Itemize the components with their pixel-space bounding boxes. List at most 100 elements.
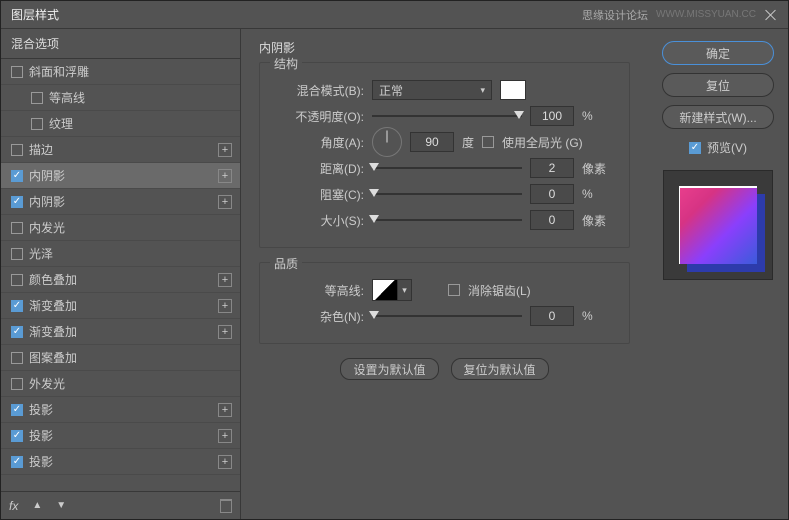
opacity-unit: % [582, 109, 593, 123]
preview-box [663, 170, 773, 280]
structure-legend: 结构 [270, 55, 302, 72]
cancel-button[interactable]: 复位 [662, 73, 774, 97]
effect-checkbox[interactable] [31, 118, 43, 130]
effect-checkbox[interactable] [11, 274, 23, 286]
add-effect-icon[interactable]: + [218, 455, 232, 469]
add-effect-icon[interactable]: + [218, 195, 232, 209]
opacity-input[interactable]: 100 [530, 106, 574, 126]
global-light-checkbox[interactable] [482, 136, 494, 148]
sidebar-item[interactable]: 描边 + [1, 137, 240, 163]
sidebar-item[interactable]: 颜色叠加+ [1, 267, 240, 293]
effect-label: 描边 [29, 141, 53, 158]
titlebar-right: 思缘设计论坛 WWW.MISSYUAN.CC [582, 7, 778, 23]
effect-label: 外发光 [29, 375, 65, 392]
size-label: 大小(S): [274, 212, 364, 229]
opacity-slider[interactable] [372, 109, 522, 123]
effect-checkbox[interactable] [11, 248, 23, 260]
layer-style-dialog: 图层样式 思缘设计论坛 WWW.MISSYUAN.CC 混合选项 斜面和浮雕等高… [0, 0, 789, 520]
add-effect-icon[interactable]: + [218, 429, 232, 443]
choke-input[interactable]: 0 [530, 184, 574, 204]
effect-checkbox[interactable] [11, 352, 23, 364]
distance-input[interactable]: 2 [530, 158, 574, 178]
sidebar-item[interactable]: 外发光 [1, 371, 240, 397]
contour-picker[interactable] [372, 279, 398, 301]
preview-swatch [679, 186, 757, 264]
add-effect-icon[interactable]: + [218, 299, 232, 313]
angle-unit: 度 [462, 134, 474, 151]
antialias-checkbox[interactable] [448, 284, 460, 296]
choke-unit: % [582, 187, 593, 201]
effect-checkbox[interactable] [11, 66, 23, 78]
sidebar-item[interactable]: 投影 + [1, 423, 240, 449]
effects-list: 斜面和浮雕等高线纹理描边+内阴影+内阴影+内发光光泽颜色叠加+渐变叠加+渐变叠加… [1, 59, 240, 491]
dialog-body: 混合选项 斜面和浮雕等高线纹理描边+内阴影+内阴影+内发光光泽颜色叠加+渐变叠加… [1, 29, 788, 519]
distance-label: 距离(D): [274, 160, 364, 177]
effect-checkbox[interactable] [11, 378, 23, 390]
distance-slider[interactable] [372, 161, 522, 175]
choke-slider[interactable] [372, 187, 522, 201]
sidebar-item[interactable]: 渐变叠加+ [1, 319, 240, 345]
add-effect-icon[interactable]: + [218, 403, 232, 417]
add-effect-icon[interactable]: + [218, 273, 232, 287]
effect-checkbox[interactable] [31, 92, 43, 104]
angle-input[interactable]: 90 [410, 132, 454, 152]
sidebar-item[interactable]: 投影+ [1, 449, 240, 475]
global-light-label: 使用全局光 (G) [502, 134, 583, 151]
sidebar-item[interactable]: 投影+ [1, 397, 240, 423]
ok-button[interactable]: 确定 [662, 41, 774, 65]
effect-checkbox[interactable] [11, 196, 23, 208]
effect-checkbox[interactable] [11, 300, 23, 312]
main-area: 内阴影 结构 混合模式(B): 正常 ▾ 不透明度(O): [241, 29, 788, 519]
move-down-icon[interactable]: ▼ [56, 500, 66, 511]
opacity-label: 不透明度(O): [274, 108, 364, 125]
size-slider[interactable] [372, 213, 522, 227]
new-style-button[interactable]: 新建样式(W)... [662, 105, 774, 129]
make-default-button[interactable]: 设置为默认值 [340, 358, 438, 380]
preview-checkbox[interactable] [689, 142, 701, 154]
effect-checkbox[interactable] [11, 222, 23, 234]
sidebar-item[interactable]: 斜面和浮雕 [1, 59, 240, 85]
size-input[interactable]: 0 [530, 210, 574, 230]
angle-label: 角度(A): [274, 134, 364, 151]
color-swatch[interactable] [500, 80, 526, 100]
sidebar-footer: fx ▲ ▼ [1, 491, 240, 519]
noise-slider[interactable] [372, 309, 522, 323]
panel-title: 内阴影 [259, 39, 630, 56]
effect-checkbox[interactable] [11, 404, 23, 416]
sidebar-item[interactable]: 内阴影+ [1, 163, 240, 189]
effect-checkbox[interactable] [11, 456, 23, 468]
watermark-url: WWW.MISSYUAN.CC [656, 9, 756, 20]
noise-input[interactable]: 0 [530, 306, 574, 326]
sidebar-item[interactable]: 渐变叠加+ [1, 293, 240, 319]
quality-legend: 品质 [270, 255, 302, 272]
add-effect-icon[interactable]: + [218, 325, 232, 339]
effect-label: 内阴影 [29, 193, 65, 210]
sidebar-item[interactable]: 内阴影 + [1, 189, 240, 215]
sidebar-item[interactable]: 等高线 [1, 85, 240, 111]
sidebar-header[interactable]: 混合选项 [1, 29, 240, 59]
window-title: 图层样式 [11, 6, 59, 23]
contour-dropdown[interactable]: ▾ [398, 279, 412, 301]
add-effect-icon[interactable]: + [218, 143, 232, 157]
blend-mode-select[interactable]: 正常 ▾ [372, 80, 492, 100]
reset-default-button[interactable]: 复位为默认值 [451, 358, 549, 380]
effect-checkbox[interactable] [11, 144, 23, 156]
close-icon[interactable] [764, 8, 778, 22]
trash-icon[interactable] [220, 499, 232, 513]
sidebar-item[interactable]: 内发光 [1, 215, 240, 241]
size-unit: 像素 [582, 212, 606, 229]
effect-label: 图案叠加 [29, 349, 77, 366]
effect-checkbox[interactable] [11, 170, 23, 182]
angle-dial[interactable] [372, 127, 402, 157]
effect-checkbox[interactable] [11, 326, 23, 338]
sidebar-item[interactable]: 光泽 [1, 241, 240, 267]
add-effect-icon[interactable]: + [218, 169, 232, 183]
sidebar-item[interactable]: 图案叠加 [1, 345, 240, 371]
effect-checkbox[interactable] [11, 430, 23, 442]
distance-unit: 像素 [582, 160, 606, 177]
fx-icon[interactable]: fx [9, 499, 18, 513]
move-up-icon[interactable]: ▲ [32, 500, 42, 511]
effect-label: 投影 [29, 427, 53, 444]
choke-label: 阻塞(C): [274, 186, 364, 203]
sidebar-item[interactable]: 纹理 [1, 111, 240, 137]
